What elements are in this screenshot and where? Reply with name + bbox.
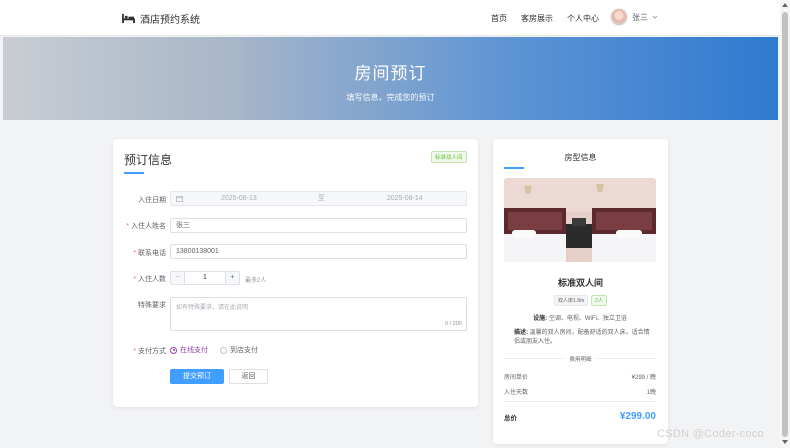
nights-row: 入住天数 1晚	[504, 390, 656, 396]
nav-profile[interactable]: 个人中心	[567, 13, 599, 24]
decrease-button[interactable]: −	[171, 272, 185, 284]
app-title: 酒店预约系统	[140, 15, 200, 26]
submit-booking-button[interactable]: 提交预订	[170, 369, 224, 384]
unit-price-row: 房间单价 ¥299 / 晚	[504, 375, 656, 381]
calendar-icon	[176, 196, 183, 202]
checkin-label: 入住日期	[138, 197, 166, 204]
avatar	[610, 8, 628, 26]
user-menu[interactable]: 张三	[610, 8, 658, 26]
room-description: 描述: 温馨的双人房间，配备舒适的双人床，适合情侣或朋友入住。	[514, 330, 650, 345]
room-card-title: 房型信息	[564, 153, 597, 162]
top-navbar: 酒店预约系统 首页 客房展示 个人中心 张三	[0, 0, 780, 36]
chevron-down-icon	[652, 15, 658, 19]
total-price: ¥299.00	[619, 411, 656, 422]
char-counter: 0 / 200	[445, 321, 462, 327]
phone-input[interactable]: 13800138001	[170, 244, 467, 259]
phone-label: * 联系电话	[133, 250, 166, 257]
increase-button[interactable]: +	[225, 272, 239, 284]
checkin-end-date: 2025-08-14	[386, 195, 423, 202]
radio-unchecked-icon	[220, 346, 227, 354]
title-underline	[124, 172, 144, 174]
hero-banner: 房间预订 填写信息，完成您的预订	[3, 37, 778, 120]
room-tags: 双人床1.8m 2人	[493, 295, 668, 306]
guests-value[interactable]: 1	[185, 272, 225, 284]
guest-name-input[interactable]: 张三	[170, 218, 467, 233]
room-name: 标准双人间	[557, 278, 603, 288]
watermark: CSDN @Coder-coco	[657, 428, 765, 440]
payment-label: * 支付方式	[133, 348, 166, 355]
room-title-underline	[504, 167, 524, 169]
main-nav: 首页 客房展示 个人中心	[491, 13, 599, 24]
page-subtitle: 填写信息，完成您的预订	[346, 93, 435, 102]
payment-hotel-radio[interactable]: 到店支付	[220, 345, 258, 355]
payment-online-label: 在线支付	[180, 347, 208, 354]
guest-name-label: * 入住人姓名	[126, 223, 166, 230]
room-type-tag: 标准双人间	[431, 151, 467, 163]
bed-tag: 双人床1.8m	[554, 295, 589, 306]
room-photo	[504, 178, 656, 262]
guests-stepper[interactable]: − 1 +	[170, 271, 240, 285]
scrollbar-thumb[interactable]	[782, 12, 788, 437]
special-request-label: 特殊要求	[138, 302, 166, 309]
special-request-textarea[interactable]: 如有特殊要求，请在此说明	[170, 297, 467, 331]
nav-rooms[interactable]: 客房展示	[521, 13, 553, 24]
total-row: 总价 ¥299.00	[504, 411, 656, 422]
scroll-down-arrow-icon[interactable]	[782, 440, 788, 444]
app-logo[interactable]: 酒店预约系统	[122, 11, 200, 26]
payment-hotel-label: 到店支付	[230, 347, 258, 354]
form-title: 预订信息	[124, 153, 173, 167]
capacity-tag: 2人	[591, 295, 607, 306]
radio-checked-icon	[170, 346, 177, 354]
fee-title: 费用明细	[493, 355, 668, 363]
guests-hint: 最多2人	[245, 278, 267, 284]
user-name: 张三	[632, 12, 648, 22]
nav-home[interactable]: 首页	[491, 13, 507, 24]
date-separator: 至	[317, 195, 325, 202]
room-info-card: 房型信息 标准双人间 双人床1.8m 2人 设施: 空调、电视、WiFi、独立卫…	[493, 139, 668, 444]
guests-label: * 入住人数	[133, 276, 166, 283]
back-button[interactable]: 返回	[229, 369, 268, 384]
booking-form-card: 预订信息 标准双人间	[113, 139, 478, 407]
date-range-picker[interactable]: 2025-08-13 至 2025-08-14	[170, 191, 467, 206]
checkin-start-date: 2025-08-13	[221, 195, 257, 202]
payment-online-radio[interactable]: 在线支付	[170, 345, 208, 355]
bed-icon	[122, 13, 135, 24]
scroll-up-arrow-icon[interactable]	[782, 3, 788, 7]
room-facilities: 设施: 空调、电视、WiFi、独立卫浴	[533, 316, 627, 322]
total-divider	[504, 401, 656, 402]
page-title: 房间预订	[354, 64, 427, 83]
